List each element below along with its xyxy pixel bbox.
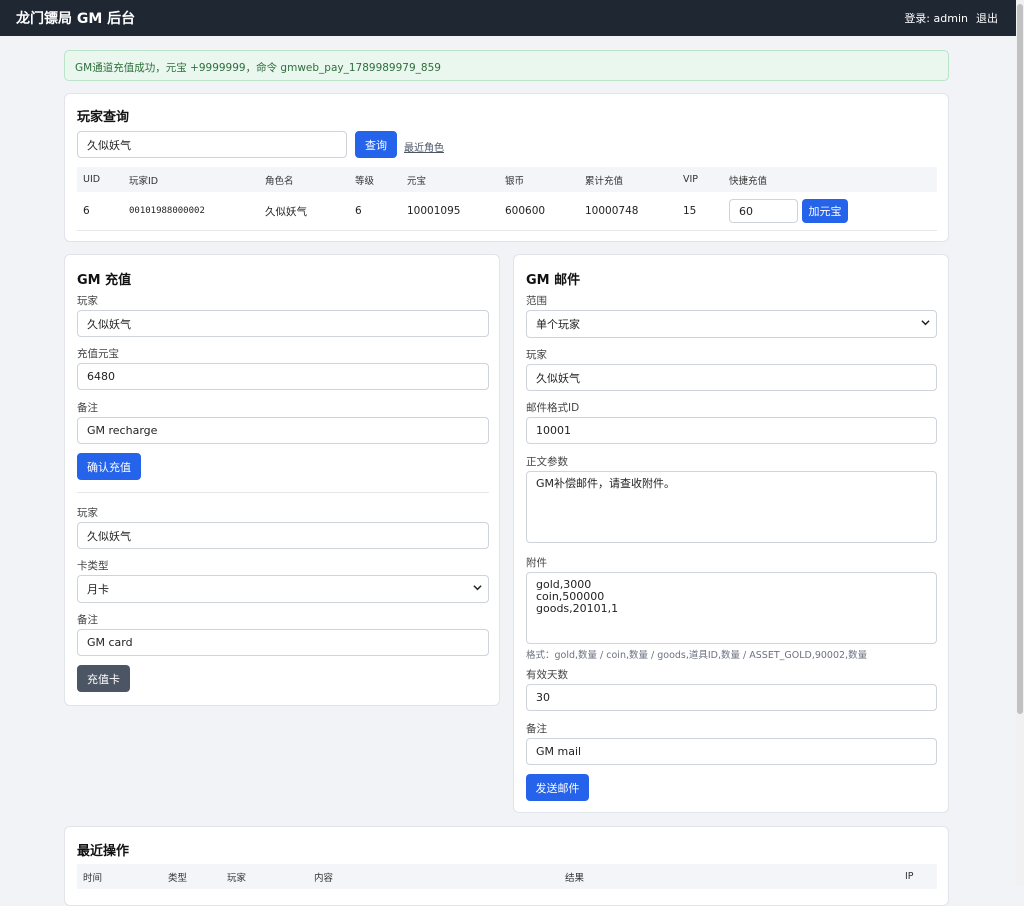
mail-scope-value: 单个玩家: [536, 318, 580, 331]
cell-level: 6: [349, 192, 401, 231]
col-level: 等级: [349, 167, 401, 192]
col-player: 玩家: [221, 864, 308, 889]
section-divider: [77, 492, 489, 493]
recharge-player-label: 玩家: [77, 295, 98, 307]
mail-scope-select[interactable]: 单个玩家: [526, 310, 937, 338]
cell-vip: 15: [677, 192, 723, 231]
chevron-down-icon: [473, 585, 482, 591]
recharge-amount-label: 充值元宝: [77, 348, 119, 360]
mail-player-label: 玩家: [526, 349, 547, 361]
recent-ops-table: 时间 类型 玩家 内容 结果 IP: [77, 864, 937, 889]
col-total-recharge: 累计充值: [579, 167, 677, 192]
mail-days-input[interactable]: [526, 684, 937, 711]
col-result: 结果: [559, 864, 899, 889]
player-table: UID 玩家ID 角色名 等级 元宝 银币 累计充值 VIP 快捷充值 6 00…: [77, 167, 937, 231]
table-header-row: 时间 类型 玩家 内容 结果 IP: [77, 864, 937, 889]
logout-link[interactable]: 退出: [976, 10, 998, 26]
send-mail-button[interactable]: 发送邮件: [526, 774, 589, 801]
recent-roles-link[interactable]: 最近角色: [404, 139, 444, 154]
player-query-card: 玩家查询 查询 最近角色 UID 玩家ID 角色名 等级 元宝 银币 累计充值 …: [64, 93, 949, 242]
mail-body-label: 正文参数: [526, 456, 568, 468]
recharge-note-label: 备注: [77, 402, 98, 414]
gm-recharge-title: GM 充值: [77, 273, 132, 288]
card-player-input[interactable]: [77, 522, 489, 549]
cell-player-id: 00101988000002: [123, 192, 259, 231]
card-player-label: 玩家: [77, 507, 98, 519]
col-uid: UID: [77, 167, 123, 192]
mail-note-label: 备注: [526, 723, 547, 735]
search-button[interactable]: 查询: [355, 131, 397, 158]
gm-mail-title: GM 邮件: [526, 273, 581, 288]
mail-attach-hint: 格式：gold,数量 / coin,数量 / goods,道具ID,数量 / A…: [526, 650, 868, 661]
recharge-card-button[interactable]: 充值卡: [77, 665, 130, 692]
card-note-label: 备注: [77, 614, 98, 626]
col-yuanbao: 元宝: [401, 167, 499, 192]
card-note-input[interactable]: [77, 629, 489, 656]
recharge-amount-input[interactable]: [77, 363, 489, 390]
mail-player-input[interactable]: [526, 364, 937, 391]
col-time: 时间: [77, 864, 162, 889]
mail-days-label: 有效天数: [526, 669, 568, 681]
mail-scope-label: 范围: [526, 295, 547, 307]
login-label: 登录: admin: [904, 12, 968, 25]
add-yuanbao-button[interactable]: 加元宝: [802, 199, 848, 223]
gm-mail-card: GM 邮件 范围 单个玩家 玩家 邮件格式ID 正文参数 GM补偿邮件，请查收附…: [513, 254, 949, 813]
chevron-down-icon: [921, 320, 930, 326]
card-type-value: 月卡: [87, 583, 109, 596]
recent-ops-title: 最近操作: [77, 844, 130, 859]
cell-quick-recharge: 加元宝: [723, 192, 937, 231]
player-query-title: 玩家查询: [77, 110, 130, 125]
col-silver: 银币: [499, 167, 579, 192]
col-player-id: 玩家ID: [123, 167, 259, 192]
scrollbar-thumb[interactable]: [1017, 4, 1023, 714]
mail-template-label: 邮件格式ID: [526, 402, 580, 414]
col-quick-recharge: 快捷充值: [723, 167, 937, 192]
col-ip: IP: [899, 864, 937, 889]
recent-ops-card: 最近操作 时间 类型 玩家 内容 结果 IP: [64, 826, 949, 906]
col-vip: VIP: [677, 167, 723, 192]
recharge-note-input[interactable]: [77, 417, 489, 444]
app-title: 龙门镖局 GM 后台: [16, 11, 136, 27]
recharge-player-input[interactable]: [77, 310, 489, 337]
player-search-input[interactable]: [77, 131, 347, 158]
mail-attach-label: 附件: [526, 557, 547, 569]
mail-body-textarea[interactable]: GM补偿邮件，请查收附件。: [526, 471, 937, 543]
success-alert: GM通道充值成功，元宝 +9999999，命令 gmweb_pay_178998…: [64, 50, 949, 81]
page-scrollbar[interactable]: [1016, 0, 1024, 886]
gm-recharge-card: GM 充值 玩家 充值元宝 备注 确认充值 玩家 卡类型 月卡 备注 充值卡: [64, 254, 500, 706]
col-content: 内容: [308, 864, 559, 889]
cell-yuanbao: 10001095: [401, 192, 499, 231]
quick-recharge-input[interactable]: [729, 199, 798, 223]
cell-total-recharge: 10000748: [579, 192, 677, 231]
card-type-select[interactable]: 月卡: [77, 575, 489, 603]
username: admin: [933, 12, 968, 25]
mail-template-input[interactable]: [526, 417, 937, 444]
col-name: 角色名: [259, 167, 349, 192]
table-header-row: UID 玩家ID 角色名 等级 元宝 银币 累计充值 VIP 快捷充值: [77, 167, 937, 192]
cell-uid: 6: [77, 192, 123, 231]
top-navbar: 龙门镖局 GM 后台 登录: admin 退出: [0, 0, 1016, 36]
user-area: 登录: admin 退出: [904, 10, 998, 26]
col-type: 类型: [162, 864, 221, 889]
cell-name: 久似妖气: [259, 192, 349, 231]
confirm-recharge-button[interactable]: 确认充值: [77, 453, 141, 480]
table-row: 6 00101988000002 久似妖气 6 10001095 600600 …: [77, 192, 937, 231]
card-type-label: 卡类型: [77, 560, 109, 572]
mail-attach-textarea[interactable]: gold,3000 coin,500000 goods,20101,1: [526, 572, 937, 644]
mail-note-input[interactable]: [526, 738, 937, 765]
cell-silver: 600600: [499, 192, 579, 231]
